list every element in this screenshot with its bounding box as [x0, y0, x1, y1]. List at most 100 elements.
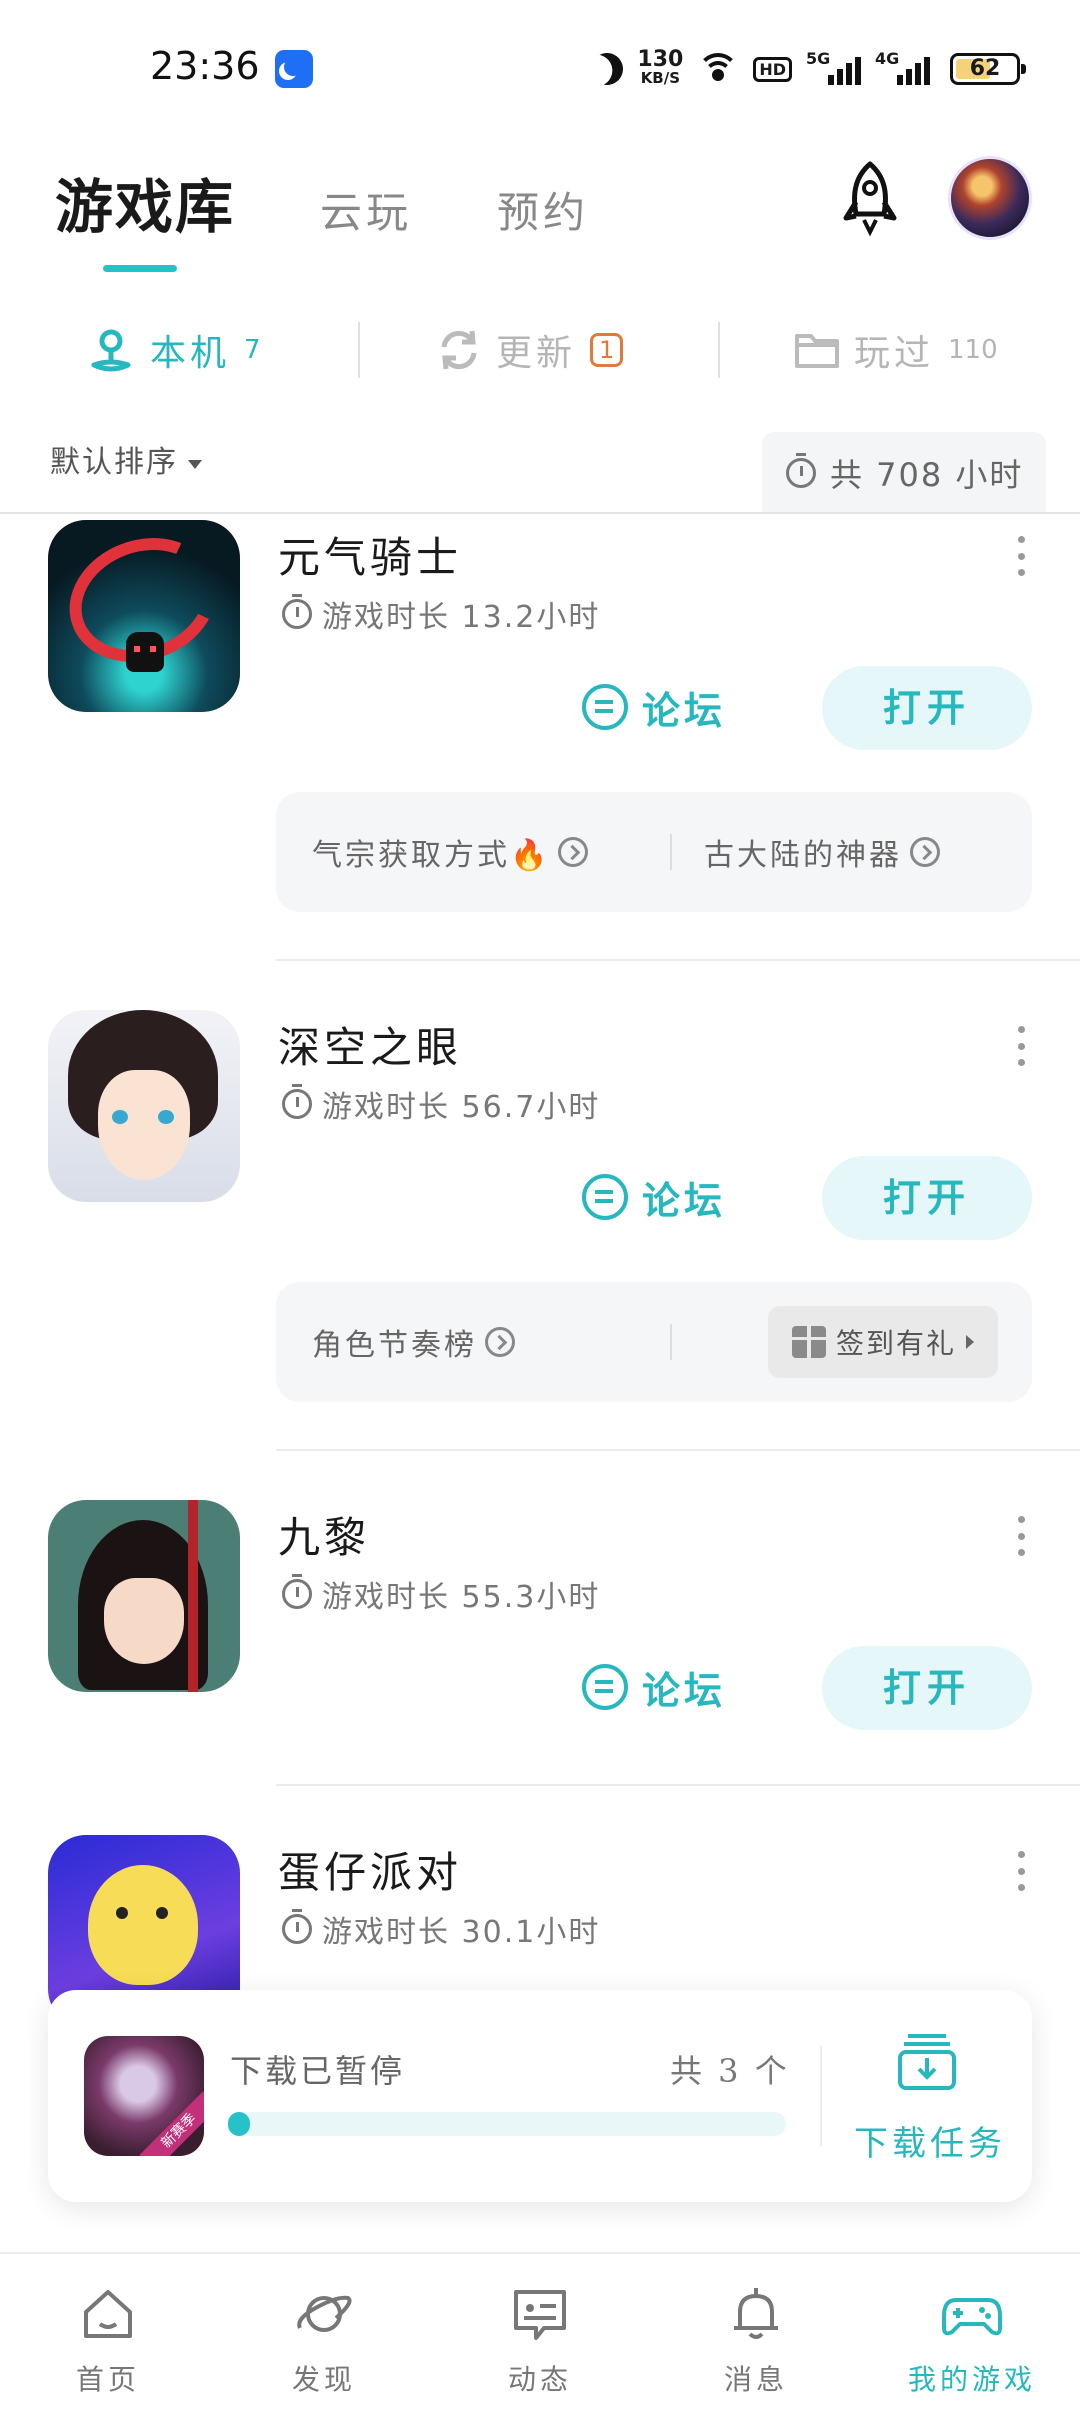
- sub-tabs: 本机 7 更新 1 玩过 110: [0, 310, 1080, 390]
- divider: [276, 1784, 1080, 1786]
- more-options-icon[interactable]: [1016, 1516, 1026, 1556]
- open-button[interactable]: 打开: [822, 1156, 1032, 1240]
- subtab-played-count: 110: [948, 335, 998, 365]
- game-title: 元气骑士: [278, 533, 463, 582]
- download-count: 共 3 个: [670, 2052, 790, 2090]
- folder-icon: [795, 334, 839, 368]
- status-bar: 23:36 130 KB/S HD 5G 4G 62: [0, 0, 1080, 140]
- game-icon[interactable]: [48, 1500, 240, 1692]
- signal-4g-icon: 4G: [875, 49, 930, 85]
- divider: [276, 959, 1080, 961]
- avatar[interactable]: [948, 156, 1032, 240]
- subtab-played[interactable]: 玩过 110: [794, 310, 998, 390]
- caret-right-icon: [966, 1335, 974, 1349]
- planet-icon: [297, 2295, 352, 2332]
- sort-dropdown[interactable]: 默认排序: [50, 437, 202, 481]
- game-tips: 角色节奏榜 签到有礼: [276, 1282, 1032, 1402]
- nav-discover-label: 发现: [291, 2363, 356, 2396]
- subtab-local-label: 本机: [150, 333, 231, 374]
- subtab-played-label: 玩过: [854, 333, 935, 374]
- arrow-circle-icon: [910, 837, 940, 867]
- game-tips: 气宗获取方式🔥 古大陆的神器: [276, 792, 1032, 912]
- nav-my-games-label: 我的游戏: [907, 2363, 1036, 2396]
- nav-feed-label: 动态: [507, 2363, 572, 2396]
- nav-my-games[interactable]: 我的游戏: [864, 2254, 1080, 2412]
- timer-icon: [282, 1574, 312, 1609]
- timer-icon: [282, 594, 312, 629]
- more-options-icon[interactable]: [1016, 536, 1026, 576]
- tab-cloud-play[interactable]: 云玩: [320, 179, 412, 240]
- nav-feed[interactable]: 动态: [432, 2254, 648, 2412]
- game-icon[interactable]: [48, 1010, 240, 1202]
- network-speed: 130 KB/S: [637, 47, 684, 88]
- arrow-circle-icon: [485, 1327, 515, 1357]
- game-title: 蛋仔派对: [278, 1848, 463, 1897]
- game-icon[interactable]: [48, 520, 240, 712]
- bottom-nav: 首页 发现 动态 消息 我的游戏: [0, 2252, 1080, 2412]
- dnd-app-icon: [275, 50, 313, 88]
- nav-home[interactable]: 首页: [0, 2254, 216, 2412]
- gamepad-icon: [942, 2298, 1002, 2336]
- nav-discover[interactable]: 发现: [216, 2254, 432, 2412]
- arrow-circle-icon: [558, 837, 589, 867]
- caret-down-icon: [188, 459, 202, 469]
- forum-icon: [582, 1664, 628, 1710]
- more-options-icon[interactable]: [1016, 1026, 1026, 1066]
- bell-icon: [734, 2288, 778, 2339]
- total-playtime: 共 708 小时: [762, 432, 1046, 514]
- download-game-thumbnail: 新赛季: [84, 2036, 204, 2156]
- signal-5g-icon: 5G: [806, 49, 861, 85]
- game-playtime: 游戏时长 56.7小时: [282, 1082, 600, 1126]
- user-location-icon: [91, 329, 131, 372]
- download-tasks-button[interactable]: 下载任务: [854, 2116, 1006, 2165]
- active-tab-indicator: [103, 265, 177, 272]
- subtab-local[interactable]: 本机 7: [86, 310, 261, 390]
- tip-link[interactable]: 气宗获取方式🔥: [312, 792, 589, 912]
- nav-messages-label: 消息: [723, 2363, 788, 2396]
- open-button[interactable]: 打开: [822, 1646, 1032, 1730]
- tab-reservations[interactable]: 预约: [497, 179, 589, 240]
- signin-gift-button[interactable]: 签到有礼: [768, 1306, 998, 1378]
- subtab-updates[interactable]: 更新 1: [436, 310, 624, 390]
- nav-messages[interactable]: 消息: [648, 2254, 864, 2412]
- download-panel[interactable]: 新赛季 下载已暂停 共 3 个 下载任务: [48, 1990, 1032, 2202]
- tab-game-library[interactable]: 游戏库: [55, 160, 235, 244]
- sort-label: 默认排序: [50, 445, 178, 480]
- game-playtime: 游戏时长 13.2小时: [282, 592, 600, 636]
- open-button[interactable]: 打开: [822, 666, 1032, 750]
- forum-icon: [582, 1174, 628, 1220]
- timer-icon: [282, 1909, 312, 1944]
- tip-link[interactable]: 角色节奏榜: [312, 1282, 515, 1402]
- divider: [276, 1449, 1080, 1451]
- forum-icon: [582, 684, 628, 730]
- moon-icon: [586, 47, 630, 91]
- message-icon: [514, 2290, 566, 2340]
- home-icon: [84, 2290, 132, 2338]
- top-tabs: 游戏库 云玩 预约: [55, 160, 674, 244]
- game-title: 深空之眼: [278, 1023, 463, 1072]
- gift-icon: [791, 1326, 826, 1358]
- timer-icon: [282, 1084, 312, 1119]
- nav-home-label: 首页: [75, 2363, 140, 2396]
- tip-link[interactable]: 古大陆的神器: [704, 792, 940, 912]
- refresh-icon: [441, 330, 477, 370]
- forum-button[interactable]: 论坛: [582, 1162, 726, 1232]
- status-time: 23:36: [150, 44, 260, 88]
- update-count-badge: 1: [590, 333, 624, 367]
- timer-icon: [786, 453, 816, 488]
- download-progress-bar: [228, 2112, 786, 2136]
- download-status: 下载已暂停: [230, 2052, 406, 2090]
- forum-button[interactable]: 论坛: [582, 672, 726, 742]
- total-playtime-label: 共 708 小时: [830, 456, 1024, 494]
- download-tray-icon[interactable]: [894, 2028, 960, 2094]
- game-playtime: 游戏时长 30.1小时: [282, 1907, 600, 1951]
- forum-button[interactable]: 论坛: [582, 1652, 726, 1722]
- more-options-icon[interactable]: [1016, 1851, 1026, 1891]
- wifi-icon: [697, 53, 740, 85]
- subtab-updates-label: 更新: [496, 333, 577, 374]
- hd-icon: HD: [753, 56, 792, 82]
- game-playtime: 游戏时长 55.3小时: [282, 1572, 600, 1616]
- subtab-local-count: 7: [244, 335, 261, 365]
- rocket-icon[interactable]: [830, 158, 910, 238]
- game-title: 九黎: [278, 1513, 371, 1562]
